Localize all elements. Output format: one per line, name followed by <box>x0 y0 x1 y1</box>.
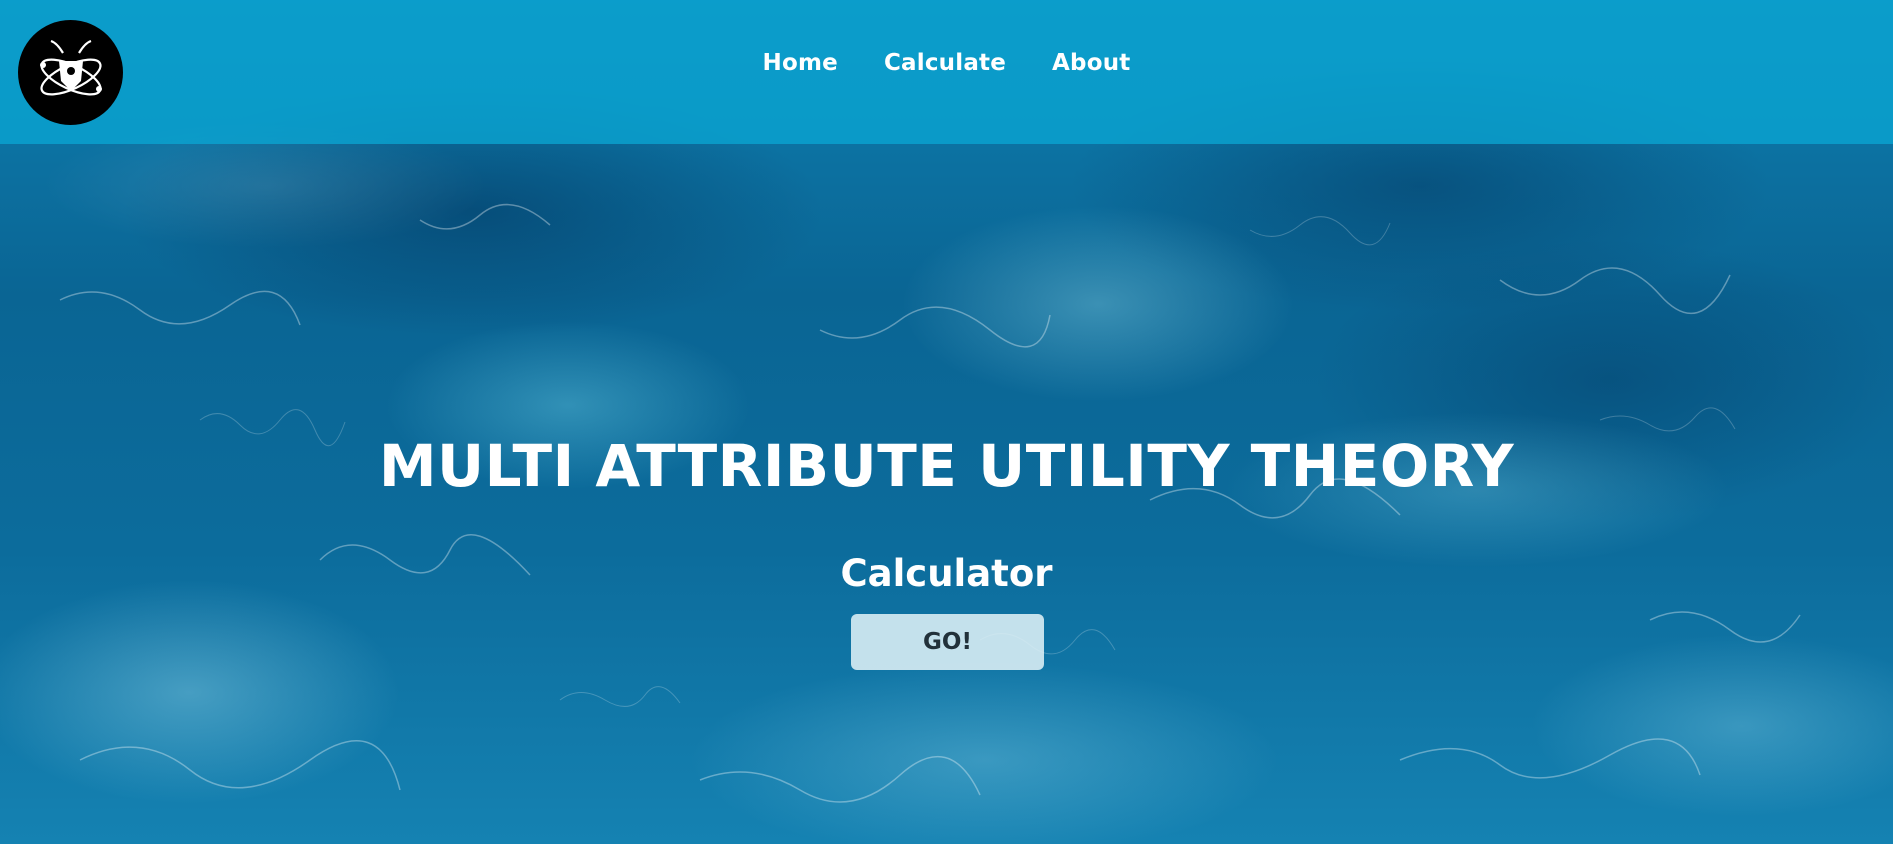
nav-links: Home Calculate About <box>0 50 1893 76</box>
go-button[interactable]: GO! <box>851 614 1044 670</box>
nav-link-about[interactable]: About <box>1052 50 1130 76</box>
nav-link-home[interactable]: Home <box>763 50 838 76</box>
hero-title: MULTI ATTRIBUTE UTILITY THEORY <box>378 432 1515 500</box>
hero-subtitle: Calculator <box>840 552 1053 595</box>
nav-link-calculate[interactable]: Calculate <box>884 50 1006 76</box>
top-navbar: Home Calculate About <box>0 0 1893 144</box>
